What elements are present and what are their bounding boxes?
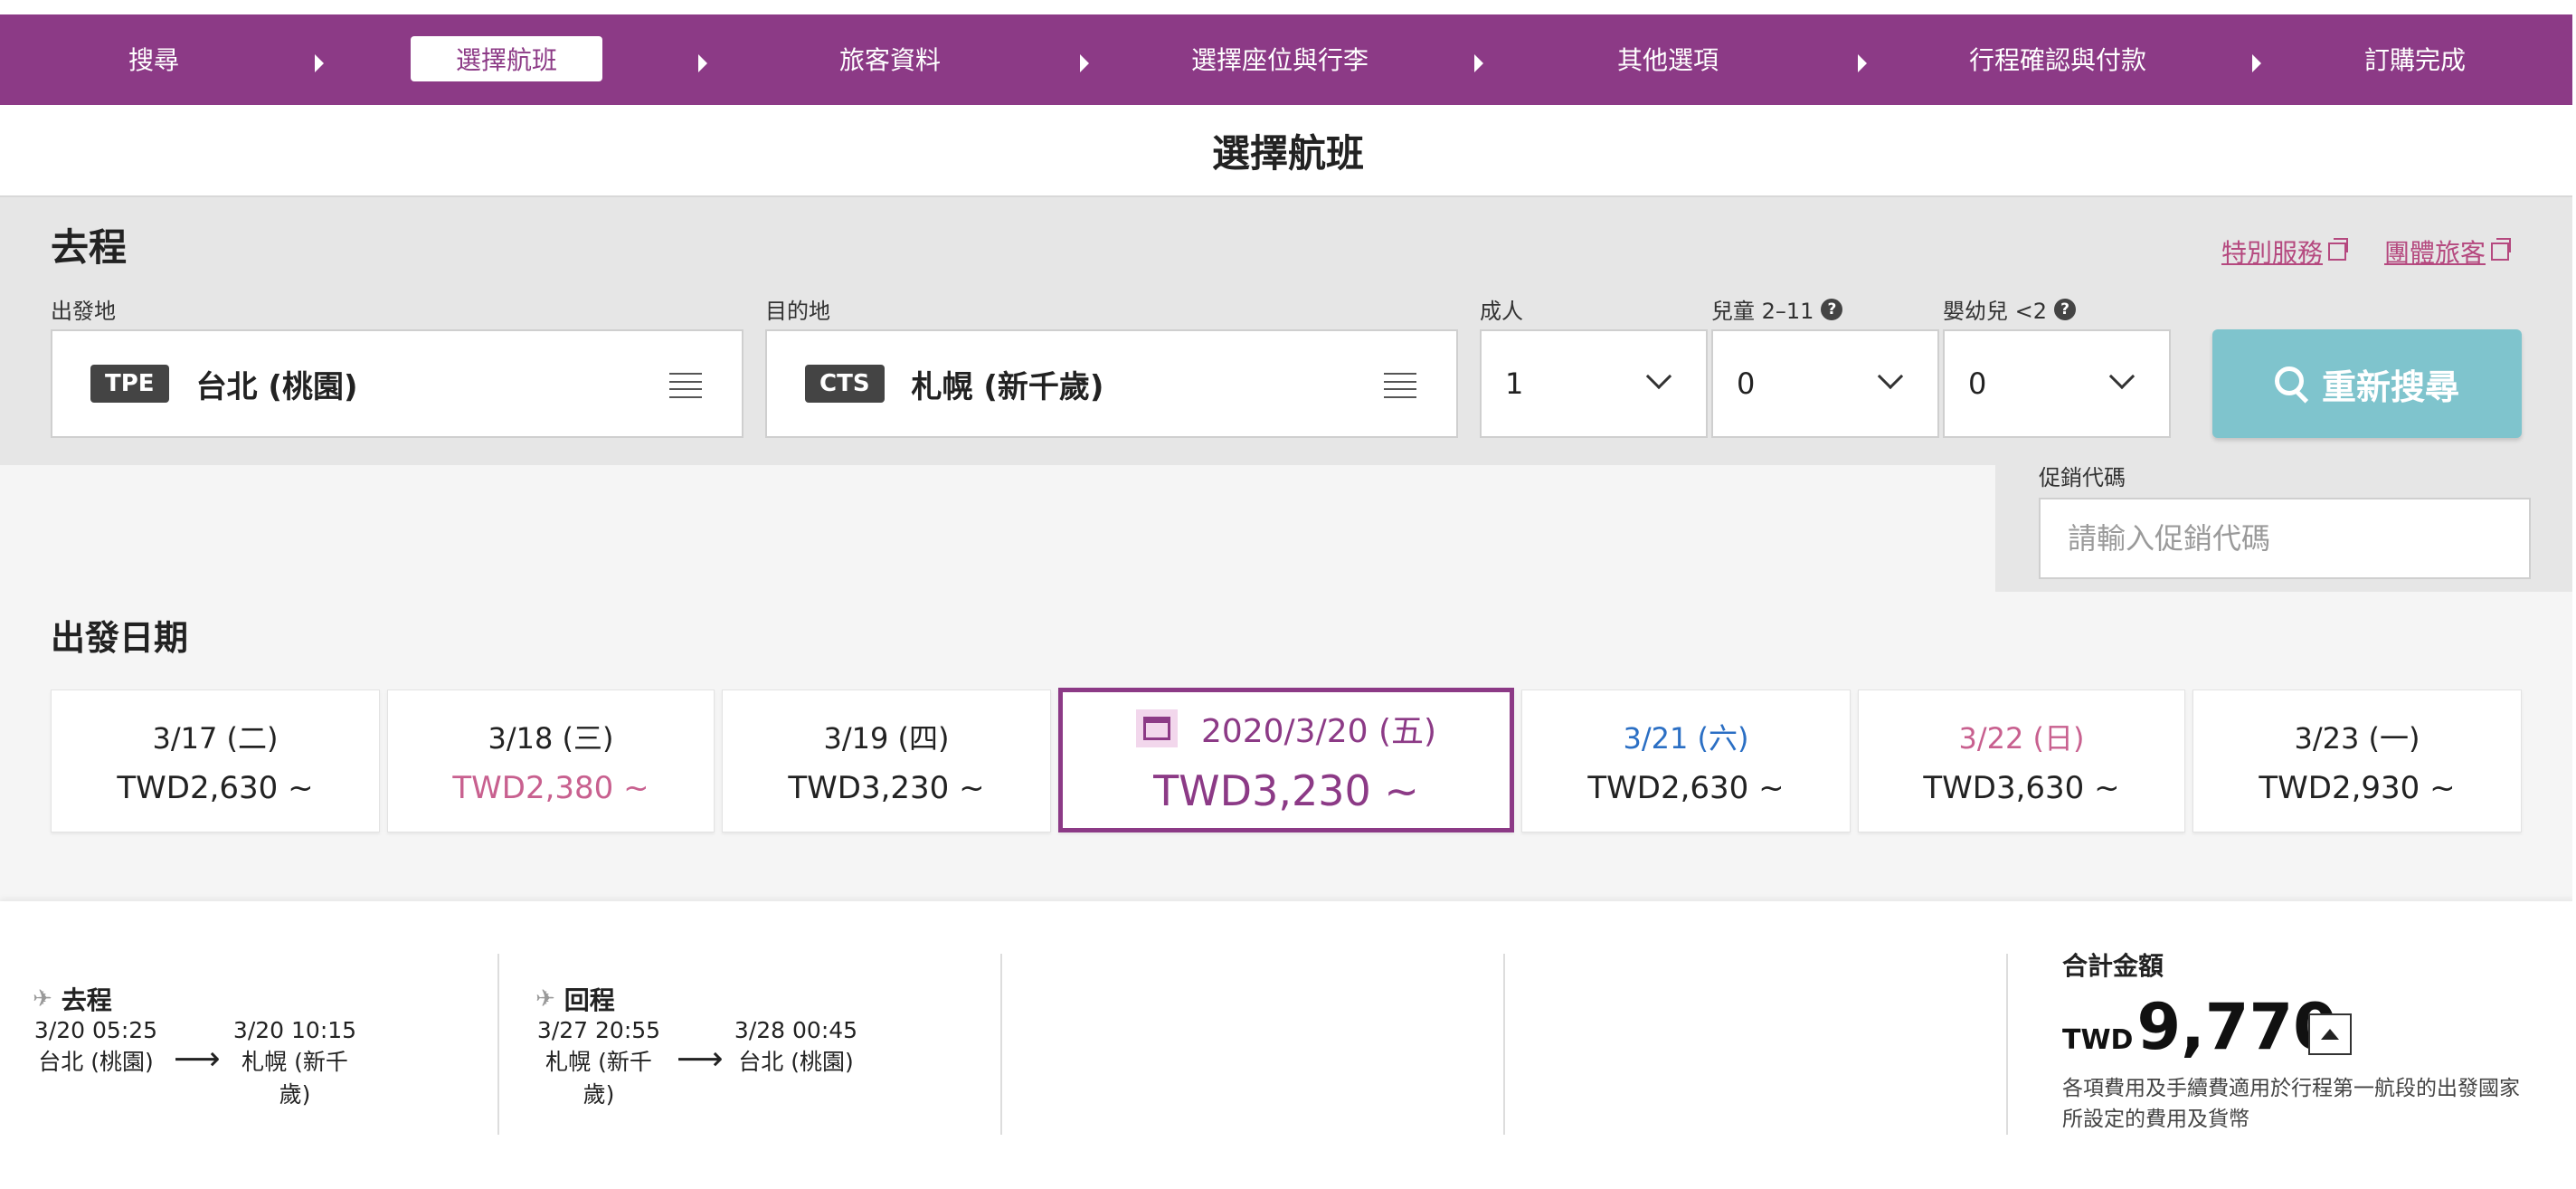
plane-icon: ✈ [33,985,52,1013]
date-card-selected[interactable]: 2020/3/20 (五) TWD3,230 ~ [1058,688,1514,832]
date-card[interactable]: 3/23 (一) TWD2,930 ~ [2192,690,2522,832]
total-currency: TWD [2062,1024,2134,1056]
chevron-down-icon [2108,363,2136,390]
divider [1503,954,1505,1135]
caret-up-icon [2321,1029,2339,1040]
outbound-departure-city: 台北 (桃園) [38,1049,154,1075]
infants-value: 0 [1968,366,1987,401]
outbound-arrival-time: 3/20 10:15 [232,1017,357,1043]
children-label: 兒童 2–11? [1711,293,1843,325]
step-arrow-icon [2252,54,2261,72]
help-icon[interactable]: ? [2054,298,2077,320]
total-note: 各項費用及手續費適用於行程第一航段的出發國家所設定的費用及貨幣 [2062,1077,2520,1131]
special-service-link[interactable]: 特別服務 [2221,233,2349,270]
step-complete: 訂購完成 [2363,45,2466,75]
help-icon[interactable]: ? [1821,298,1843,320]
date-card[interactable]: 3/17 (二) TWD2,630 ~ [51,690,380,832]
infants-select[interactable]: 0 [1943,329,2171,438]
step-passenger-info: 旅客資料 [838,45,941,75]
arrow-right-icon: ⟶ [174,1041,221,1078]
departure-date-title: 出發日期 [51,618,189,658]
external-link-icon [2328,238,2349,261]
step-arrow-icon [698,54,707,72]
step-confirm-pay: 行程確認與付款 [1968,45,2146,75]
external-link-icon [2491,238,2512,261]
research-button[interactable]: 重新搜尋 [2212,329,2522,438]
children-select[interactable]: 0 [1711,329,1939,438]
step-arrow-icon [1080,54,1089,72]
group-travel-link[interactable]: 團體旅客 [2384,233,2512,270]
inbound-leg-title: ✈ 回程 [535,985,615,1015]
search-icon [2274,366,2309,401]
divider [1000,954,1002,1135]
outbound-departure-time: 3/20 05:25 [33,1017,158,1043]
date-card[interactable]: 3/22 (日) TWD3,630 ~ [1858,690,2185,832]
children-value: 0 [1737,366,1756,401]
chevron-down-icon [1645,363,1672,390]
destination-code: CTS [805,365,885,403]
step-other-options: 其他選項 [1616,45,1719,75]
right-edge [2572,0,2576,1189]
arrow-right-icon: ⟶ [677,1041,724,1078]
date-card[interactable]: 3/18 (三) TWD2,380 ~ [387,690,715,832]
inbound-departure-city: 札幌 (新千 歲) [545,1049,652,1108]
divider [497,954,499,1135]
divider [2006,954,2008,1135]
adults-label: 成人 [1480,299,1523,324]
promo-label: 促銷代碼 [2039,465,2126,490]
infants-label: 嬰幼兒 <2? [1943,293,2077,325]
page-title-bar: 選擇航班 [0,105,2576,197]
destination-name: 札幌 (新千歲) [911,368,1104,405]
top-gap [0,0,2576,14]
inbound-departure-time: 3/27 20:55 [536,1017,661,1043]
adults-value: 1 [1505,366,1524,401]
destination-label: 目的地 [765,299,830,324]
outbound-arrival-city: 札幌 (新千 歲) [242,1049,348,1108]
chevron-down-icon [1877,363,1904,390]
origin-label: 出發地 [51,299,116,324]
date-card[interactable]: 3/21 (六) TWD2,630 ~ [1521,690,1851,832]
outbound-section-title: 去程 [51,225,128,270]
origin-code: TPE [90,365,169,403]
outbound-leg-title: ✈ 去程 [33,985,112,1015]
calendar-icon[interactable] [1135,709,1178,747]
step-search[interactable]: 搜尋 [72,36,235,81]
inbound-arrival-city: 台北 (桃園) [738,1049,854,1075]
list-icon[interactable] [669,373,702,398]
plane-icon: ✈ [535,985,555,1013]
inbound-arrival-time: 3/28 00:45 [734,1017,858,1043]
step-arrow-icon [1474,54,1483,72]
step-seat-baggage: 選擇座位與行李 [1190,45,1368,75]
origin-name: 台北 (桃園) [195,368,358,405]
page-title: 選擇航班 [1211,130,1364,176]
adults-select[interactable]: 1 [1480,329,1708,438]
date-card[interactable]: 3/19 (四) TWD3,230 ~ [722,690,1051,832]
step-select-flight[interactable]: 選擇航班 [411,36,602,81]
total-amount: TWD 9,770 [2062,990,2337,1064]
origin-field[interactable]: TPE 台北 (桃園) [51,329,743,438]
total-label: 合計金額 [2062,951,2164,981]
step-arrow-icon [315,54,324,72]
booking-stepper: 搜尋 選擇航班 旅客資料 選擇座位與行李 其他選項 行程確認與付款 訂購完成 [0,14,2576,105]
total-value: 9,770 [2136,990,2337,1064]
promo-code-input[interactable] [2039,498,2531,579]
expand-total-button[interactable] [2308,1013,2352,1055]
step-arrow-icon [1858,54,1867,72]
list-icon[interactable] [1384,373,1416,398]
destination-field[interactable]: CTS 札幌 (新千歲) [765,329,1458,438]
